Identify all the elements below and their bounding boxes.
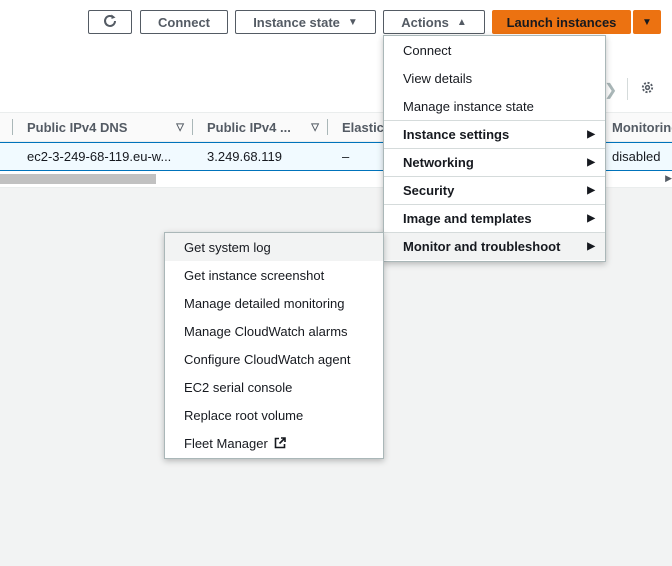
cell-public-ip: 3.249.68.119 — [207, 149, 282, 164]
scroll-right-icon[interactable]: ▶ — [665, 173, 672, 184]
submenu-item-label: Configure CloudWatch agent — [184, 351, 351, 367]
menu-item-connect[interactable]: Connect — [384, 36, 605, 64]
column-header-public-ip[interactable]: Public IPv4 ... ▽ — [207, 113, 327, 141]
divider — [627, 78, 628, 100]
submenu-item-label: Replace root volume — [184, 407, 304, 423]
menu-item-label: Security — [403, 183, 455, 198]
submenu-item-configure-cloudwatch-agent[interactable]: Configure CloudWatch agent — [165, 345, 383, 373]
caret-right-icon: ▶ — [587, 157, 595, 168]
menu-item-label: Networking — [403, 155, 474, 170]
column-label: Elastic — [342, 119, 384, 135]
submenu-item-manage-cloudwatch-alarms[interactable]: Manage CloudWatch alarms — [165, 317, 383, 345]
column-header-public-dns[interactable]: Public IPv4 DNS ▽ — [27, 113, 192, 141]
submenu-item-replace-root-volume[interactable]: Replace root volume — [165, 401, 383, 429]
caret-right-icon: ▶ — [587, 213, 595, 224]
menu-item-label: View details — [403, 70, 473, 86]
refresh-button[interactable] — [88, 10, 132, 34]
menu-item-image-and-templates[interactable]: Image and templates ▶ — [384, 204, 605, 232]
actions-menu: Connect View details Manage instance sta… — [383, 35, 606, 262]
chevron-right-icon[interactable]: ❯ — [604, 80, 617, 100]
column-label: Public IPv4 ... — [207, 119, 291, 135]
menu-item-label: Image and templates — [403, 211, 532, 226]
submenu-item-label: Fleet Manager — [184, 435, 268, 451]
menu-item-label: Instance settings — [403, 127, 510, 142]
column-header-monitoring[interactable]: Monitoring — [612, 113, 672, 141]
menu-item-instance-settings[interactable]: Instance settings ▶ — [384, 120, 605, 148]
submenu-item-label: Manage CloudWatch alarms — [184, 323, 348, 339]
launch-instances-button[interactable]: Launch instances — [492, 10, 631, 34]
menu-item-security[interactable]: Security ▶ — [384, 176, 605, 204]
actions-label: Actions — [401, 14, 449, 30]
caret-right-icon: ▶ — [587, 129, 595, 140]
submenu-item-get-instance-screenshot[interactable]: Get instance screenshot — [165, 261, 383, 289]
caret-up-icon: ▲ — [456, 16, 467, 28]
submenu-item-label: EC2 serial console — [184, 379, 293, 395]
instance-state-button[interactable]: Instance state ▼ — [235, 10, 376, 34]
submenu-item-label: Get system log — [184, 239, 271, 255]
column-label: Public IPv4 DNS — [27, 119, 128, 135]
caret-right-icon: ▶ — [587, 241, 595, 252]
launch-dropdown-button[interactable]: ▼ — [633, 10, 661, 34]
scrollbar-thumb[interactable] — [0, 174, 156, 184]
submenu-item-label: Manage detailed monitoring — [184, 295, 345, 311]
column-separator — [192, 119, 193, 135]
menu-item-label: Connect — [403, 42, 452, 58]
caret-down-icon: ▼ — [642, 16, 652, 28]
submenu-item-ec2-serial-console[interactable]: EC2 serial console — [165, 373, 383, 401]
menu-item-monitor-and-troubleshoot[interactable]: Monitor and troubleshoot ▶ — [384, 232, 605, 260]
caret-right-icon: ▶ — [587, 185, 595, 196]
column-label: Monitoring — [612, 119, 672, 135]
menu-item-networking[interactable]: Networking ▶ — [384, 148, 605, 176]
sort-icon: ▽ — [311, 121, 319, 133]
submenu-item-fleet-manager[interactable]: Fleet Manager — [165, 429, 383, 457]
cell-public-dns: ec2-3-249-68-119.eu-w... — [27, 149, 172, 164]
menu-item-label: Monitor and troubleshoot — [403, 239, 561, 254]
submenu-item-get-system-log[interactable]: Get system log — [165, 233, 383, 261]
actions-button[interactable]: Actions ▲ — [383, 10, 485, 34]
gear-icon[interactable] — [640, 80, 655, 99]
caret-down-icon: ▼ — [347, 16, 358, 28]
menu-item-manage-instance-state[interactable]: Manage instance state — [384, 92, 605, 120]
connect-button[interactable]: Connect — [140, 10, 228, 34]
external-link-icon — [274, 437, 286, 449]
sort-icon: ▽ — [176, 121, 184, 133]
column-separator — [12, 119, 13, 135]
instance-state-label: Instance state — [253, 14, 340, 30]
menu-item-view-details[interactable]: View details — [384, 64, 605, 92]
submenu-item-manage-detailed-monitoring[interactable]: Manage detailed monitoring — [165, 289, 383, 317]
monitor-submenu: Get system log Get instance screenshot M… — [164, 232, 384, 459]
column-separator — [327, 119, 328, 135]
cell-elastic-ip: – — [342, 149, 350, 164]
refresh-icon — [102, 13, 118, 32]
submenu-item-label: Get instance screenshot — [184, 267, 325, 283]
menu-item-label: Manage instance state — [403, 98, 534, 114]
cell-monitoring: disabled — [612, 149, 661, 164]
